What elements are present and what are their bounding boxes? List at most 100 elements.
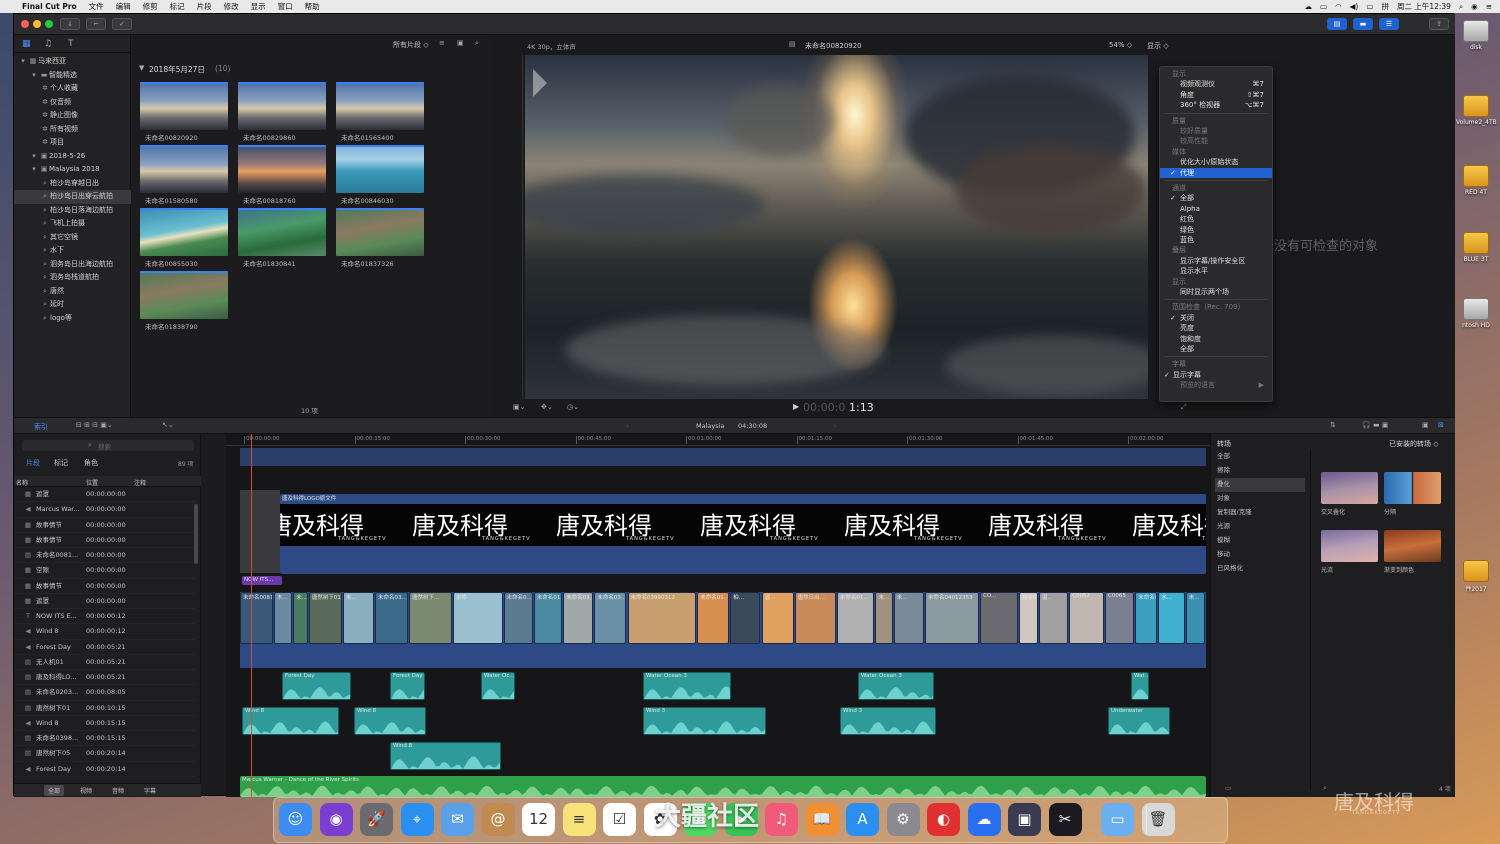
table-row[interactable]: ◀ Forest Day 00:00:20:14 [14,762,196,777]
transitions-browser-icon[interactable]: ⊠ [1438,421,1444,429]
menu-clock[interactable]: 周二 上午12:39 [1397,1,1451,12]
library-item[interactable]: ⌕ 泗务岛栈道航拍 [14,271,131,285]
table-row[interactable]: ▦ 遮罩 00:00:00:00 [14,594,196,609]
wifi-icon[interactable]: ◠ [1335,2,1342,11]
finder-icon[interactable]: ☺ [279,803,312,836]
disclosure-icon[interactable]: ▾ [18,55,28,69]
table-row[interactable]: ▦ 故事情节 00:00:00:00 [14,518,196,533]
select-tool-icon[interactable]: ↖⌄ [162,421,174,429]
library-item[interactable]: ⌕ 唐然 [14,285,131,299]
timeline[interactable]: 00:00:00:00 00:00:15:00 00:00:30:00 00:00:4… [226,434,1210,797]
music-icon[interactable]: ♫ [765,803,798,836]
display-popup[interactable]: 显示 ◇ [1147,41,1169,51]
reminders-icon[interactable]: ☑ [603,803,636,836]
battery-icon[interactable]: ▭ [1366,2,1373,11]
launchpad-icon[interactable]: 🚀 [360,803,393,836]
close-window-button[interactable] [21,20,29,28]
table-row[interactable]: ▤ 唐然树下05 00:00:20:14 [14,746,196,762]
menu-item[interactable]: 亮度 [1160,323,1272,334]
retime-icon[interactable]: ◷⌄ [567,403,579,411]
audio-clip[interactable]: Water Oc... [481,672,515,700]
primary-clip[interactable]: 未命名01... [533,592,563,644]
import-icon[interactable]: ↓ [60,18,80,30]
desktop-disk-blue[interactable]: BLUE 3T [1456,232,1496,263]
share-icon[interactable]: ⇪ [1429,18,1449,30]
menu-item[interactable]: 视频观测仪 ⌘7 [1160,79,1272,90]
clip-thumbnail[interactable] [238,208,326,256]
notification-center-icon[interactable]: ≡ [1486,2,1492,11]
audio-clip[interactable]: Underwater [1108,707,1170,735]
final-cut-pro-icon[interactable]: ✂ [1048,803,1082,836]
library-item[interactable]: ✲ 仅音频 [14,96,131,110]
appstore-icon[interactable]: A [846,803,879,836]
disclosure-icon[interactable]: ▾ [29,150,39,164]
books-icon[interactable]: 📖 [805,803,839,836]
toggle-timeline-icon[interactable]: ▬ [1353,18,1373,30]
tab-clips[interactable]: 片段 [26,458,40,468]
menu-item[interactable]: ✓ 显示字幕 [1160,370,1272,381]
disclosure-icon[interactable]: ▾ [29,163,39,177]
menu-item[interactable]: 同时显示两个场 [1160,287,1272,298]
primary-storyline[interactable]: 未命名0081...木...未...唐然树下01未...未命名03...唐然树下… [240,592,1206,668]
table-row[interactable]: ◀ Forest Day 00:00:05:21 [14,640,196,655]
transition-thumbnail[interactable] [1321,530,1378,562]
audio-clip[interactable]: Water Ocean 3 [858,672,934,700]
transition-thumbnail[interactable] [1321,472,1378,504]
table-row[interactable]: ▤ 唐及科得LO... 00:00:05:21 [14,670,196,686]
library-item[interactable]: ⌕ 柏沙岛日落海边航拍 [14,204,131,218]
footer-audio[interactable]: 音频 [112,786,124,795]
table-row[interactable]: T NOW ITS E... 00:00:00:12 [14,609,196,625]
calendar-icon[interactable]: 12 [522,803,555,836]
library-item[interactable]: ▾ ▦ 马来西亚 [14,55,131,69]
audio-clip[interactable]: Wind 3 [643,707,766,735]
desktop-disk-red[interactable]: RED 4T [1456,165,1496,196]
menu-window[interactable]: 窗口 [272,1,299,12]
menu-edit[interactable]: 编辑 [110,1,137,12]
baidu-netdisk-icon[interactable]: ☁ [967,803,1001,836]
library-item[interactable]: ✲ 个人收藏 [14,82,131,96]
primary-clip[interactable]: 未命名0202... [1135,592,1158,644]
audio-clip[interactable]: Forest Day [282,672,351,700]
desktop-disk-1[interactable]: disk [1456,20,1496,51]
index-search-field[interactable]: ⌕ 搜索 [22,440,194,451]
connected-storyline-bar[interactable] [240,448,1206,466]
clip-thumbnail[interactable] [238,145,326,193]
audio-clip[interactable]: Wind 8 [242,707,339,735]
primary-clip[interactable]: 未命名0081... [240,592,273,644]
headphones-icon[interactable]: 🎧 ▬ ▣ [1362,421,1388,429]
library-item[interactable]: ⌕ logo等 [14,312,131,326]
motion-icon[interactable]: ▣ [1008,803,1041,836]
fullscreen-icon[interactable]: ⤢ [1181,403,1187,412]
library-item[interactable]: ⌕ 延时 [14,298,131,312]
menu-item[interactable]: 显示字幕/操作安全区 [1160,256,1272,267]
table-row[interactable]: ▤ 未命名0081... 00:00:00:00 [14,548,196,564]
footer-video[interactable]: 视频 [80,786,92,795]
primary-clip[interactable]: 未... [1185,592,1205,644]
clip-thumbnail[interactable] [238,82,326,130]
primary-clip[interactable]: 温... [761,592,794,644]
primary-clip[interactable]: 猫咪01 [1018,592,1038,644]
menu-item[interactable]: 角度 ⇧⌘7 [1160,90,1272,101]
clip-thumbnail[interactable] [140,271,228,319]
audio-skimming-icon[interactable]: ⇅ [1330,421,1336,429]
clip-thumbnail[interactable] [140,208,228,256]
table-row[interactable]: ◀ Wind 8 00:00:15:15 [14,716,196,731]
index-scrollbar[interactable] [194,504,198,564]
audio-clip[interactable]: Wind 8 [354,707,426,735]
menu-item[interactable]: ✓ 关闭 [1160,313,1272,324]
libraries-icon[interactable]: ▦ [22,39,31,49]
siri-menu-icon[interactable]: ◉ [1471,2,1478,11]
desktop-disk-2[interactable]: Volume2_4TB [1456,95,1497,126]
menu-item[interactable]: ✓ 代理 [1160,167,1272,179]
airplay-icon[interactable]: ▭ [1320,2,1327,11]
table-row[interactable]: ▦ 故事情节 00:00:00:00 [14,579,196,594]
table-row[interactable]: ▤ 未命名0203... 00:00:08:05 [14,685,196,701]
primary-clip[interactable]: 木... [274,592,293,644]
index-button[interactable]: 索引 [34,422,48,432]
clip-thumbnail[interactable] [336,145,424,193]
primary-clip[interactable]: 唐然树下... [409,592,453,644]
preferences-icon[interactable]: ⚙ [886,803,920,836]
menu-modify[interactable]: 修改 [218,1,245,12]
primary-clip[interactable]: 唐然日出... [794,592,836,644]
background-tasks-icon[interactable]: ✓ [112,18,132,30]
